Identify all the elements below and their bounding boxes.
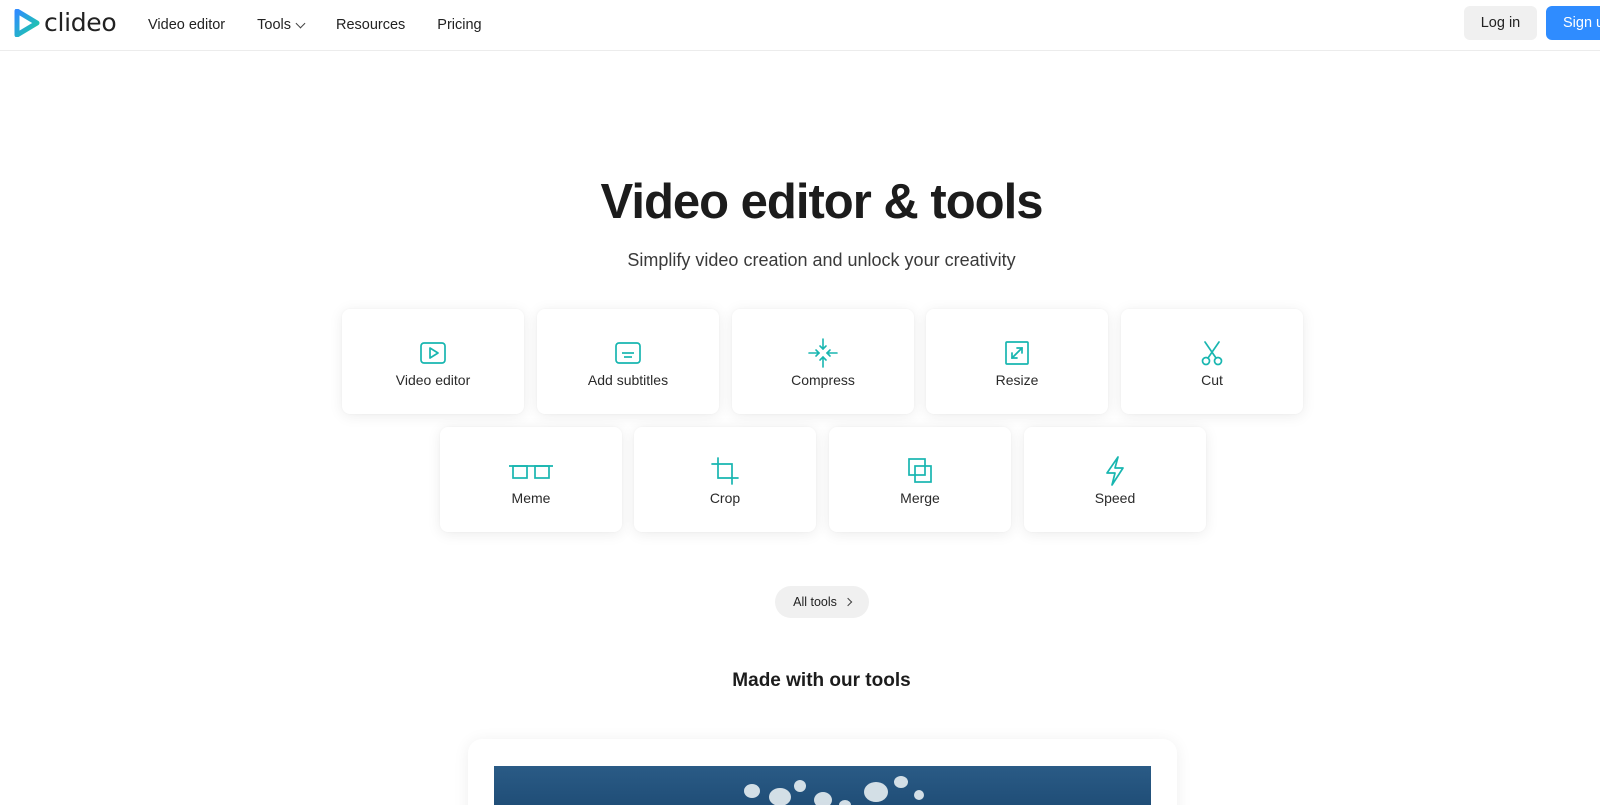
tool-card-cut[interactable]: Cut bbox=[1121, 309, 1303, 414]
signup-button[interactable]: Sign up bbox=[1546, 6, 1600, 40]
section-title: Made with our tools bbox=[732, 670, 911, 691]
chevron-right-icon bbox=[843, 597, 853, 607]
logo[interactable]: clideo bbox=[14, 8, 117, 37]
play-logo-icon bbox=[14, 9, 40, 37]
resize-icon bbox=[1005, 341, 1029, 365]
all-tools-button[interactable]: All tools bbox=[775, 586, 869, 618]
main-nav: Video editor Tools Resources Pricing bbox=[148, 0, 514, 50]
nav-label: Tools bbox=[257, 17, 291, 33]
merge-icon bbox=[908, 458, 932, 483]
tool-label: Crop bbox=[709, 490, 741, 506]
meme-icon bbox=[509, 465, 553, 479]
tool-label: Meme bbox=[511, 490, 551, 506]
tool-label: Cut bbox=[1201, 372, 1223, 388]
preview-detail bbox=[769, 788, 791, 805]
login-button[interactable]: Log in bbox=[1464, 6, 1537, 40]
chevron-down-icon bbox=[295, 18, 306, 28]
nav-pricing[interactable]: Pricing bbox=[437, 17, 481, 33]
tool-label: Add subtitles bbox=[587, 372, 669, 388]
tool-card-meme[interactable]: Meme bbox=[440, 427, 622, 532]
preview-detail bbox=[814, 792, 832, 805]
preview-detail bbox=[794, 780, 806, 792]
nav-label: Pricing bbox=[437, 17, 482, 33]
logo-text: clideo bbox=[44, 8, 117, 37]
tool-label: Merge bbox=[900, 490, 940, 506]
preview-detail bbox=[914, 790, 924, 800]
nav-label: Resources bbox=[335, 17, 406, 33]
lightning-icon bbox=[1106, 456, 1124, 486]
tool-card-video-editor[interactable]: Video editor bbox=[342, 309, 524, 414]
subtitles-icon bbox=[615, 342, 641, 364]
preview-detail bbox=[894, 776, 908, 788]
crop-icon bbox=[711, 457, 739, 485]
video-preview[interactable] bbox=[494, 766, 1151, 805]
page: clideo Video editor Tools Resources Pric… bbox=[0, 0, 1600, 805]
tool-label: Speed bbox=[1094, 490, 1136, 506]
all-tools-label: All tools bbox=[793, 595, 837, 609]
nav-label: Video editor bbox=[148, 17, 226, 33]
tool-label: Video editor bbox=[395, 372, 471, 388]
tool-label: Compress bbox=[791, 372, 855, 388]
preview-detail bbox=[744, 784, 760, 798]
scissors-icon bbox=[1201, 341, 1223, 366]
tool-card-speed[interactable]: Speed bbox=[1024, 427, 1206, 532]
header: clideo Video editor Tools Resources Pric… bbox=[0, 0, 1600, 51]
video-editor-icon bbox=[420, 342, 446, 364]
nav-resources[interactable]: Resources bbox=[336, 17, 405, 33]
page-title: Video editor & tools bbox=[600, 175, 1044, 229]
page-subtitle: Simplify video creation and unlock your … bbox=[627, 250, 1016, 270]
preview-detail bbox=[839, 800, 851, 805]
tool-card-crop[interactable]: Crop bbox=[634, 427, 816, 532]
tool-card-resize[interactable]: Resize bbox=[926, 309, 1108, 414]
tool-card-compress[interactable]: Compress bbox=[732, 309, 914, 414]
preview-detail bbox=[864, 782, 888, 802]
nav-video-editor[interactable]: Video editor bbox=[148, 17, 225, 33]
nav-tools[interactable]: Tools bbox=[257, 17, 306, 33]
compress-icon bbox=[808, 338, 838, 368]
tool-card-add-subtitles[interactable]: Add subtitles bbox=[537, 309, 719, 414]
tool-label: Resize bbox=[995, 372, 1039, 388]
tool-card-merge[interactable]: Merge bbox=[829, 427, 1011, 532]
